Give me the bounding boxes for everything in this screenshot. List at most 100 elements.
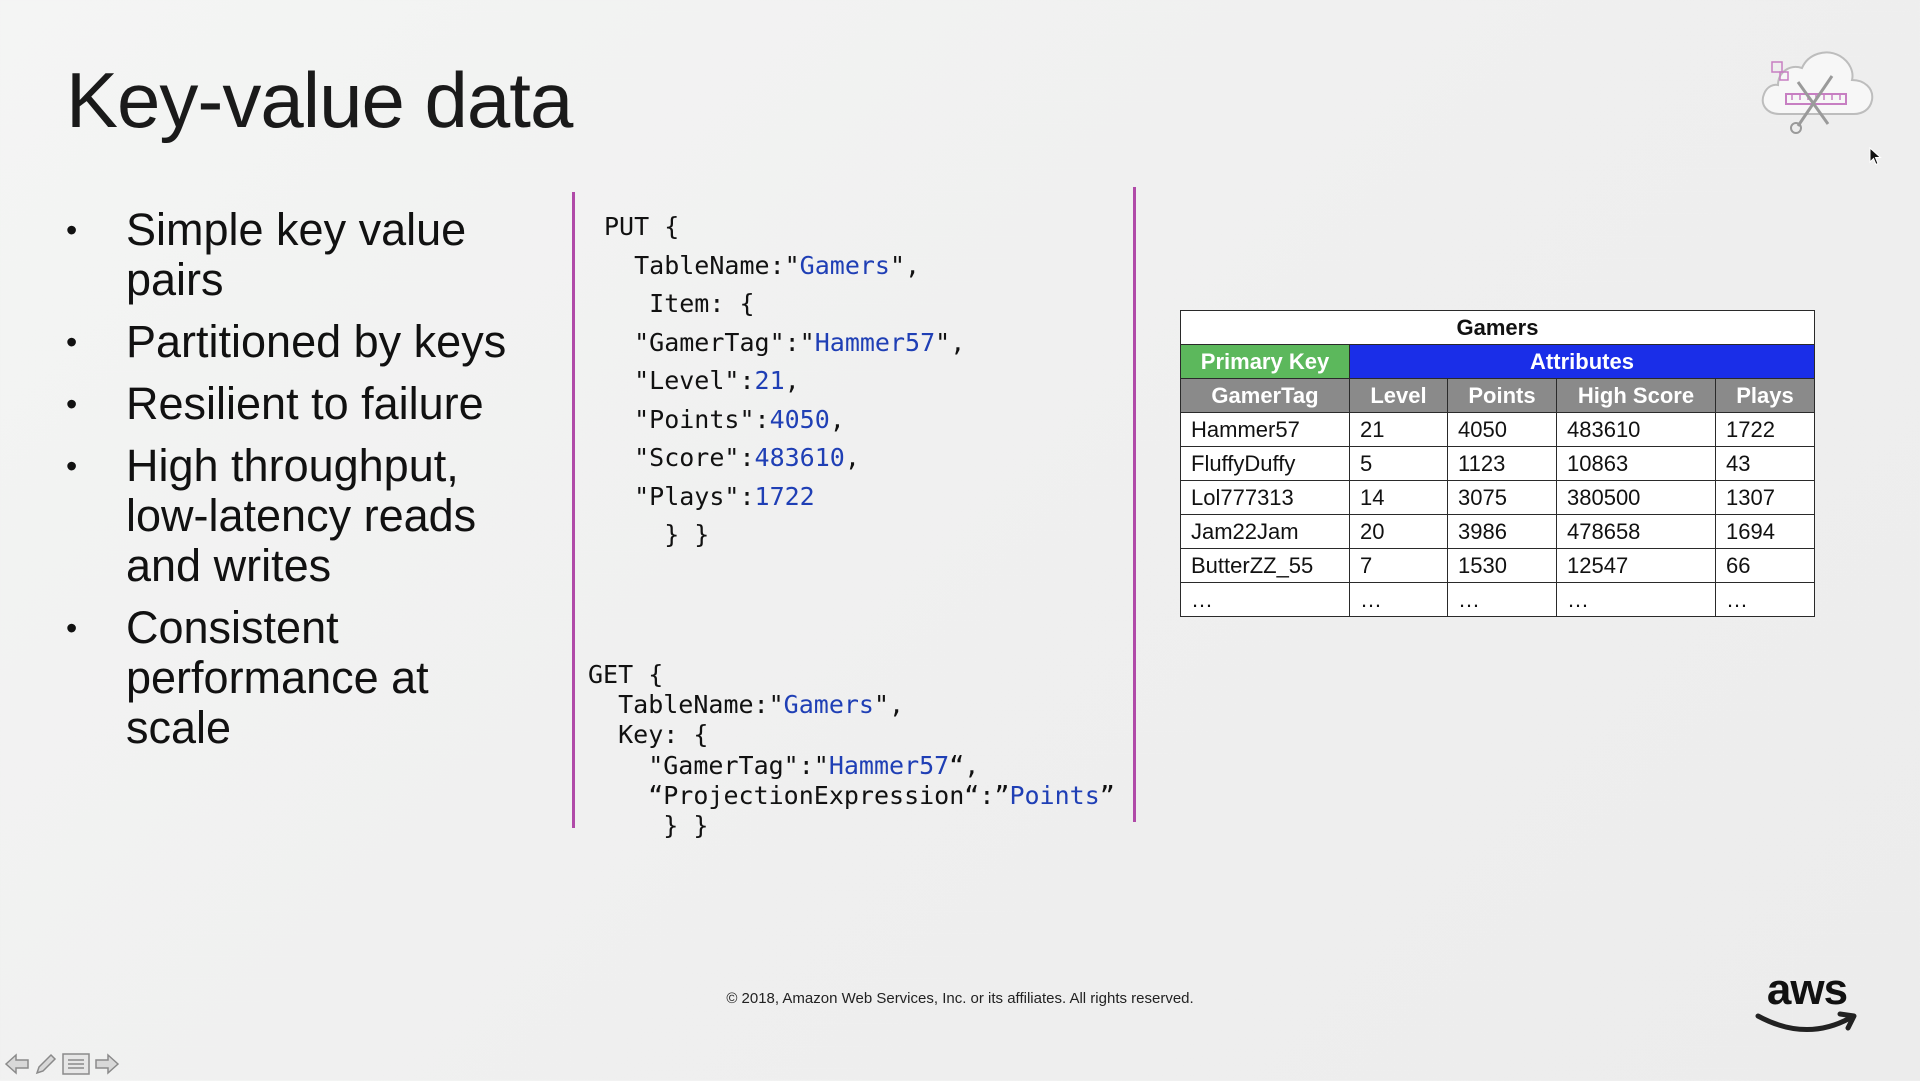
bullet-text: Resilient to failure [126, 378, 484, 429]
column-header: Plays [1715, 378, 1815, 413]
code-text: ", [889, 250, 921, 280]
table-cell: … [1447, 582, 1557, 617]
table-cell: FluffyDuffy [1180, 446, 1350, 481]
table-caption: Gamers [1180, 310, 1815, 345]
bullet-dot-icon: • [66, 386, 78, 422]
bullet-dot-icon: • [66, 610, 78, 646]
pen-icon[interactable] [34, 1052, 58, 1081]
bullet-text: Simple key value pairs [126, 204, 467, 305]
code-value: 4050 [769, 404, 830, 434]
bullet-dot-icon: • [66, 212, 78, 248]
table-cell: 21 [1349, 412, 1448, 447]
get-code-block: GET { TableName:"Gamers", Key: { "GamerT… [588, 660, 1115, 841]
put-code-block: PUT { TableName:"Gamers", Item: { "Gamer… [604, 208, 965, 555]
menu-icon[interactable] [62, 1053, 90, 1080]
divider-left [572, 192, 575, 828]
code-line: "Score":483610, [604, 439, 965, 478]
attributes-header: Attributes [1349, 344, 1815, 379]
table-cell: 1694 [1715, 514, 1815, 549]
table-cell: 43 [1715, 446, 1815, 481]
code-text: ", [935, 327, 966, 357]
code-text: ", [873, 690, 905, 720]
table-cell: … [1556, 582, 1716, 617]
column-header: GamerTag [1180, 378, 1350, 413]
code-text: , [829, 404, 845, 434]
code-value: Gamers [783, 690, 874, 720]
gamers-table: Gamers Primary Key Attributes GamerTag L… [1180, 310, 1815, 617]
code-text: "GamerTag":" [604, 327, 815, 357]
prev-arrow-icon[interactable] [4, 1053, 30, 1080]
table-cell: Hammer57 [1180, 412, 1350, 447]
bullet-item: • Simple key value pairs [66, 205, 546, 305]
code-value: Hammer57 [814, 327, 936, 357]
code-text: } } [604, 520, 710, 549]
bullet-item: • Partitioned by keys [66, 317, 546, 367]
code-text: PUT { [604, 212, 680, 241]
table-cell: 1123 [1447, 446, 1557, 481]
code-line: } } [604, 516, 965, 555]
code-text: TableName:" [588, 690, 784, 720]
slide-title: Key-value data [66, 56, 573, 144]
table-cell: … [1349, 582, 1448, 617]
column-header: Level [1349, 378, 1448, 413]
code-text: ” [1099, 780, 1115, 810]
table-cell: 3986 [1447, 514, 1557, 549]
table-cell: 3075 [1447, 480, 1557, 515]
table-cell: 1530 [1447, 548, 1557, 583]
table-row: Hammer57 21 4050 483610 1722 [1180, 412, 1815, 447]
code-value: Gamers [799, 250, 890, 280]
table-row: Lol777313 14 3075 380500 1307 [1180, 480, 1815, 515]
aws-logo: aws [1754, 965, 1860, 1043]
code-line: PUT { [604, 208, 965, 247]
code-text: “ProjectionExpression“:” [588, 780, 1010, 810]
code-line: Key: { [588, 720, 1115, 750]
code-line: “ProjectionExpression“:”Points” [588, 781, 1115, 811]
table-cell: 1307 [1715, 480, 1815, 515]
code-text: "Points": [604, 404, 770, 434]
code-line: TableName:"Gamers", [588, 690, 1115, 720]
code-value: Hammer57 [828, 750, 950, 780]
table-cell: 7 [1349, 548, 1448, 583]
code-line: "Points":4050, [604, 401, 965, 440]
code-text: TableName:" [604, 250, 800, 280]
code-text: } } [588, 811, 709, 841]
divider-right [1133, 187, 1136, 822]
code-text: Item: { [604, 289, 755, 318]
bullet-list: • Simple key value pairs • Partitioned by … [66, 205, 546, 765]
bullet-text: Consistent performance at scale [126, 602, 429, 753]
code-value: Points [1009, 780, 1100, 810]
table-cell: 12547 [1556, 548, 1716, 583]
code-line: "Plays":1722 [604, 478, 965, 517]
bullet-dot-icon: • [66, 324, 78, 360]
bullet-dot-icon: • [66, 448, 78, 484]
table-row: Jam22Jam 20 3986 478658 1694 [1180, 514, 1815, 549]
table-cell: 20 [1349, 514, 1448, 549]
code-text: Key: { [588, 720, 709, 750]
aws-logo-text: aws [1766, 965, 1848, 1014]
table-cell: … [1180, 582, 1350, 617]
mouse-cursor-icon [1869, 146, 1883, 172]
code-line: "GamerTag":"Hammer57", [604, 324, 965, 363]
table-cell: 66 [1715, 548, 1815, 583]
code-text: , [844, 443, 860, 472]
bullet-item: • Resilient to failure [66, 379, 546, 429]
primary-key-header: Primary Key [1180, 344, 1350, 379]
next-arrow-icon[interactable] [94, 1053, 120, 1080]
table-row: FluffyDuffy 5 1123 10863 43 [1180, 446, 1815, 481]
bullet-text: Partitioned by keys [126, 316, 507, 367]
bullet-item: • High throughput, low-latency reads and … [66, 441, 546, 591]
code-line: GET { [588, 660, 1115, 690]
code-text: "Level": [604, 366, 755, 395]
bullet-item: • Consistent performance at scale [66, 603, 546, 753]
code-text: , [784, 366, 800, 395]
code-line: "GamerTag":"Hammer57“, [588, 751, 1115, 781]
aws-smile-icon [1755, 1011, 1857, 1032]
table-cell: 478658 [1556, 514, 1716, 549]
table-row: … … … … … [1180, 582, 1815, 617]
code-text: "Score": [604, 443, 755, 472]
table-cell: 14 [1349, 480, 1448, 515]
table-cell: 10863 [1556, 446, 1716, 481]
column-header: High Score [1556, 378, 1716, 413]
code-text: “, [949, 750, 980, 780]
code-line: "Level":21, [604, 362, 965, 401]
